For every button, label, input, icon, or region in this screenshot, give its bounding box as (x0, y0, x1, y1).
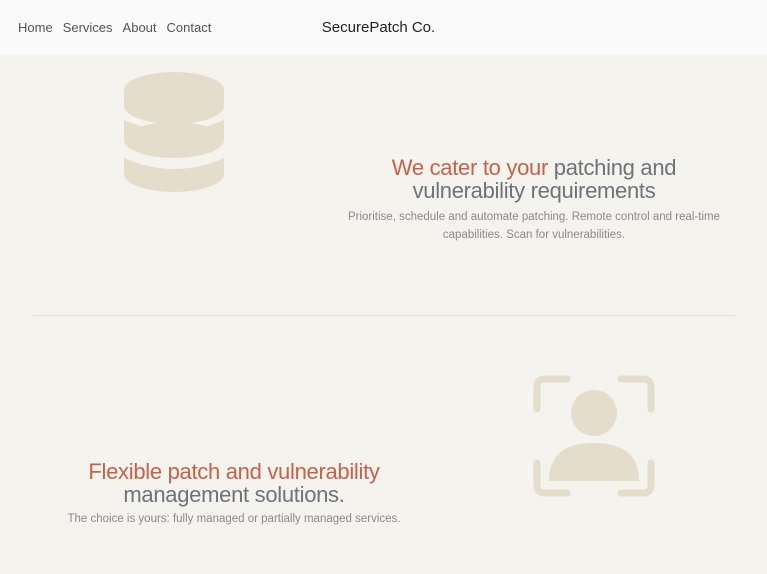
section2-subtext: The choice is yours: fully managed or pa… (67, 513, 401, 525)
section1-subtext-line1: Prioritise, schedule and automate patchi… (347, 211, 721, 223)
section2-text: Flexible patch and vulnerability managem… (44, 460, 424, 528)
section1-subtext-line2: capabilities. Scan for vulnerabilities. (442, 229, 626, 241)
section2-headline-accent: Flexible patch and vulnerability (88, 459, 380, 484)
section1-headline: We cater to your patching and vulnerabil… (334, 156, 734, 202)
section2-headline-rest: management solutions. (123, 482, 345, 507)
section1-headline-rest-2: vulnerability requirements (412, 178, 656, 203)
section1-headline-rest-1: patching and (547, 155, 677, 180)
section1-subtext: Prioritise, schedule and automate patchi… (334, 208, 734, 244)
section1-text: We cater to your patching and vulnerabil… (334, 156, 734, 244)
section1-headline-accent: We cater to your (391, 155, 549, 180)
database-icon (124, 72, 224, 192)
page: Home Services About Contact SecurePatch … (0, 0, 767, 574)
section-divider (33, 315, 735, 316)
site-header: Home Services About Contact SecurePatch … (0, 0, 767, 55)
section2-headline: Flexible patch and vulnerability managem… (44, 460, 424, 506)
brand-name[interactable]: SecurePatch Co. (0, 18, 757, 38)
user-scan-icon (533, 375, 655, 497)
